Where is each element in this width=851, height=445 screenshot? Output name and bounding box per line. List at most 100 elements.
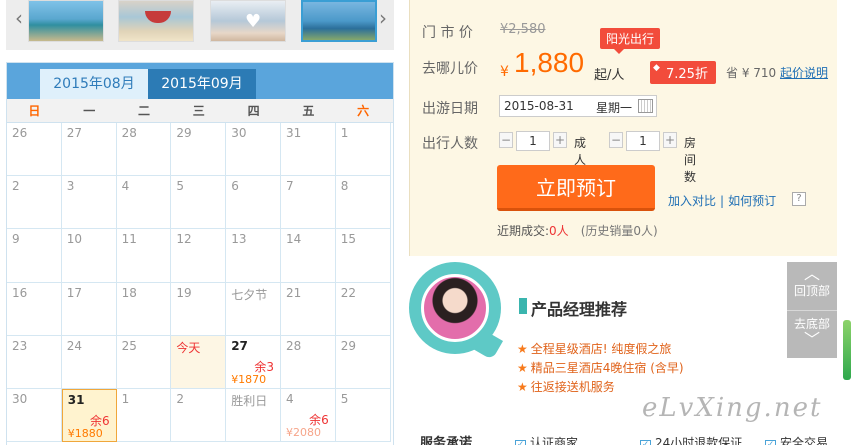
calendar-day-cell[interactable]: 9: [7, 229, 62, 283]
calendar-day-cell[interactable]: 11: [116, 229, 172, 283]
day-label: 16: [12, 285, 28, 300]
promo-tag: 阳光出行: [600, 28, 661, 54]
rooms-minus-button[interactable]: −: [609, 132, 623, 148]
tab-month-september[interactable]: 2015年09月: [148, 69, 256, 99]
calendar-day-cell[interactable]: 26: [7, 123, 62, 177]
calendar-day-cell[interactable]: 今天: [171, 335, 227, 389]
calendar-day-cell[interactable]: 七夕节: [226, 282, 281, 336]
help-icon[interactable]: ?: [792, 192, 806, 206]
calendar-day-cell[interactable]: 13: [226, 229, 281, 283]
day-price: ¥1870: [231, 372, 267, 386]
calendar-day-cell[interactable]: 22: [335, 282, 391, 336]
calendar-day-cell[interactable]: 8: [335, 176, 391, 230]
day-label: 18: [121, 285, 137, 300]
calendar-day-cell[interactable]: 5: [335, 388, 391, 443]
service-item: ✓ 认证商家: [515, 434, 578, 445]
calendar-day-cell[interactable]: 31 余6 ¥1880: [61, 388, 117, 443]
day-label: 21: [285, 285, 302, 300]
book-now-button[interactable]: 立即预订: [497, 165, 655, 211]
calendar-day-cell[interactable]: 27 余3 ¥1870: [226, 335, 281, 389]
compare-links: 加入对比 | 如何预订: [668, 194, 777, 208]
manager-recommendation: 产品经理推荐 ★ 全程星级酒店! 纯度假之旅 ★ 精品三星酒店4晚住宿 (含早) ★…: [409, 262, 837, 402]
calendar-day-cell[interactable]: 19: [171, 282, 227, 336]
adults-minus-button[interactable]: −: [499, 132, 513, 148]
thumbnail-hammock[interactable]: [118, 0, 194, 42]
calendar-day-cell[interactable]: 29: [171, 123, 227, 177]
add-compare-link[interactable]: 加入对比: [668, 194, 716, 208]
thumbnail-beach[interactable]: [28, 0, 104, 42]
heart-icon: ♥: [245, 11, 262, 32]
calendar-icon[interactable]: [638, 99, 653, 113]
calendar-day-cell[interactable]: 15: [335, 229, 391, 283]
calendar-day-cell[interactable]: 24: [61, 335, 117, 389]
adults-plus-button[interactable]: +: [553, 132, 567, 148]
list-price: ¥2,580: [500, 22, 546, 37]
day-label: 1: [340, 126, 349, 140]
calendar-day-cell[interactable]: 29: [335, 335, 391, 389]
calendar-day-cell[interactable]: 28: [280, 335, 336, 389]
calendar-day-cell[interactable]: 18: [116, 282, 172, 336]
chevron-up-icon: ︿: [803, 264, 820, 283]
calendar-day-cell[interactable]: 25: [116, 335, 172, 389]
calendar-day-cell[interactable]: 10: [61, 229, 117, 283]
calendar-day-cell[interactable]: 28: [116, 123, 172, 177]
calendar-day-cell[interactable]: 17: [61, 282, 117, 336]
chevron-left-icon[interactable]: ‹: [10, 0, 28, 40]
price-note-link[interactable]: 起价说明: [780, 66, 828, 80]
calendar-day-cell[interactable]: 胜利日: [226, 388, 281, 443]
star-icon: ★: [517, 361, 528, 375]
calendar-day-cell[interactable]: 6: [226, 176, 281, 230]
day-label: 10: [66, 232, 83, 247]
day-label: 15: [340, 232, 357, 247]
date-value: 2015-08-31: [504, 99, 574, 113]
back-to-top-button[interactable]: ︿ 回顶部: [787, 262, 837, 310]
weekday-wed: 三: [192, 104, 205, 118]
tab-month-august[interactable]: 2015年08月: [40, 69, 148, 99]
check-icon: ✓: [765, 440, 776, 445]
day-label: 4: [121, 179, 130, 194]
calendar-day-cell[interactable]: 31: [280, 123, 336, 177]
calendar-day-cell[interactable]: 3: [61, 176, 117, 230]
rooms-plus-button[interactable]: +: [663, 132, 677, 148]
day-label: 3: [66, 179, 75, 194]
calendar-day-cell[interactable]: 1: [335, 123, 391, 177]
calendar-day-cell[interactable]: 2: [7, 176, 62, 230]
calendar-day-cell[interactable]: 7: [280, 176, 336, 230]
adults-label: 成人: [574, 136, 587, 167]
calendar-day-cell[interactable]: 30: [7, 388, 62, 443]
go-to-bottom-button[interactable]: 去底部 ﹀: [787, 310, 837, 358]
calendar-day-cell[interactable]: 4 余6 ¥2080: [280, 388, 336, 443]
chevron-right-icon[interactable]: ›: [374, 0, 392, 40]
calendar-day-cell[interactable]: 16: [7, 282, 62, 336]
calendar-day-cell[interactable]: 14: [280, 229, 336, 283]
list-item-text: 精品三星酒店4晚住宿 (含早): [530, 361, 684, 375]
calendar-day-cell[interactable]: 30: [226, 123, 281, 177]
rooms-input[interactable]: 1: [626, 131, 660, 151]
calendar-day-cell[interactable]: 12: [171, 229, 227, 283]
check-icon: ✓: [640, 440, 651, 445]
thumbnail-island-selected[interactable]: [301, 0, 377, 42]
weekday-value: 星期一: [596, 101, 633, 115]
adults-input[interactable]: 1: [516, 131, 550, 151]
calendar-day-cell[interactable]: 2: [171, 388, 227, 443]
manager-list: ★ 全程星级酒店! 纯度假之旅 ★ 精品三星酒店4晚住宿 (含早) ★ 往返接送机服务: [517, 340, 684, 397]
recent-sales: 近期成交:0人 (历史销量0人): [497, 222, 658, 239]
calendar-day-cell[interactable]: 1: [116, 388, 172, 443]
calendar-day-cell[interactable]: 23: [7, 335, 62, 389]
side-feedback-tab[interactable]: [843, 320, 851, 380]
weekday-mon: 一: [83, 104, 96, 118]
savings-amount: 省 ¥ 710: [726, 66, 777, 80]
calendar-grid: 26 27 28 29 30 31 1 2 3 4 5 6 7 8 9 10 11 12 13 14 15 16 17 18 1…: [7, 123, 393, 443]
calendar-day-cell[interactable]: 5: [171, 176, 227, 230]
date-input[interactable]: 2015-08-31 星期一: [499, 95, 657, 117]
day-price: ¥1880: [67, 426, 103, 440]
how-to-book-link[interactable]: 如何预订: [728, 194, 776, 208]
calendar-day-cell[interactable]: 27: [61, 123, 117, 177]
calendar-day-cell[interactable]: 21: [280, 282, 336, 336]
list-item: ★ 全程星级酒店! 纯度假之旅: [517, 340, 684, 359]
day-label: 2: [12, 179, 20, 194]
day-label: 七夕节: [231, 287, 268, 302]
day-label: 12: [176, 232, 192, 247]
calendar-day-cell[interactable]: 4: [116, 176, 172, 230]
thumbnail-heart-hands[interactable]: ♥: [210, 0, 286, 42]
